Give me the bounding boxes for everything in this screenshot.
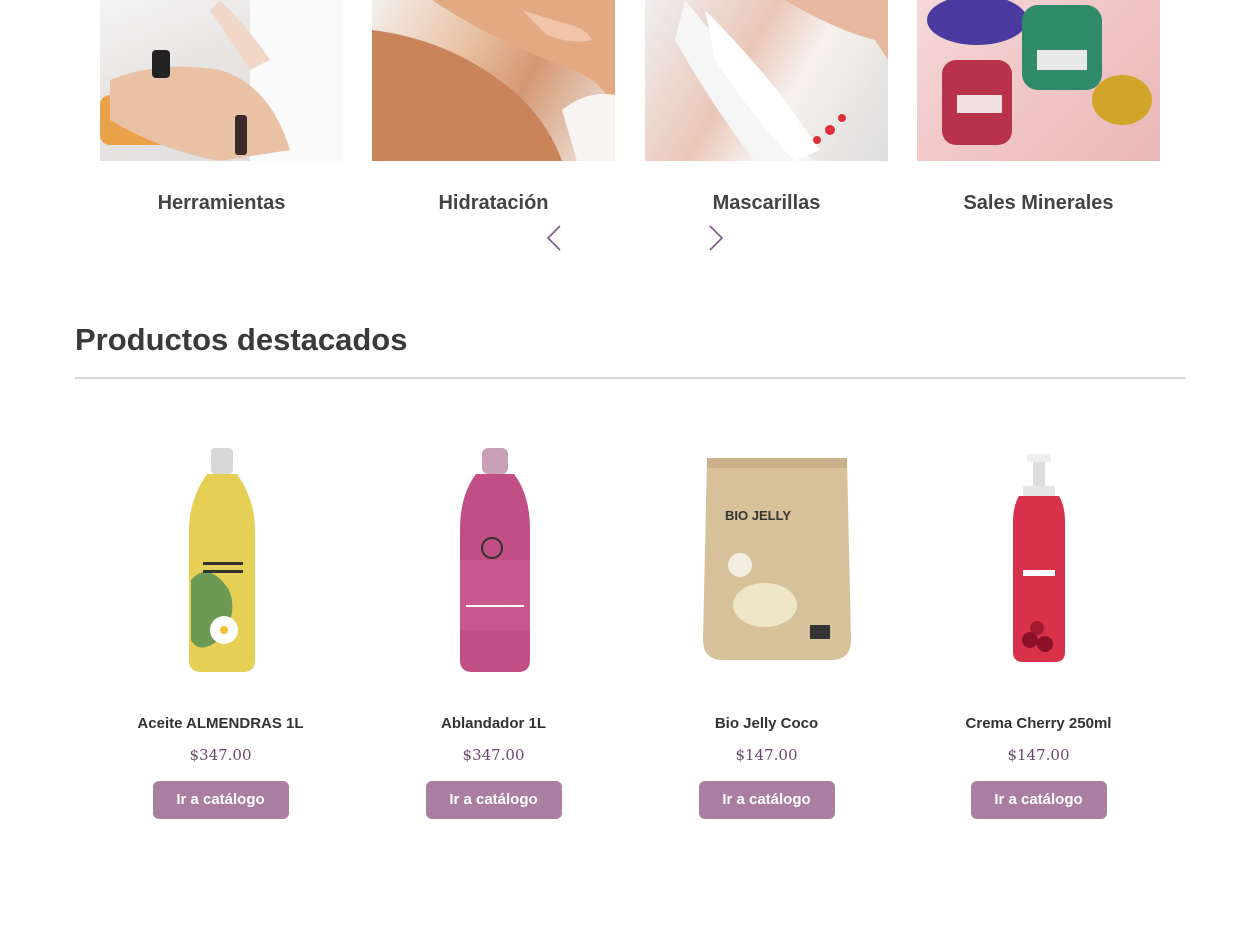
product-image[interactable] <box>917 440 1160 680</box>
product-name[interactable]: Crema Cherry 250ml <box>917 715 1160 732</box>
category-card-mascarillas[interactable]: Mascarillas <box>645 0 888 215</box>
product-card: Ablandador 1L $347.00 Ir a catálogo <box>372 440 615 819</box>
product-card: Aceite ALMENDRAS 1L $347.00 Ir a catálog… <box>99 440 342 819</box>
product-price: $147.00 <box>1007 746 1070 764</box>
go-to-catalog-button[interactable]: Ir a catálogo <box>698 781 835 819</box>
category-label[interactable]: Hidratación <box>372 192 615 215</box>
product-image[interactable]: BIO JELLY <box>645 440 888 680</box>
product-card: Crema Cherry 250ml $147.00 Ir a catálogo <box>917 440 1160 819</box>
go-to-catalog-button[interactable]: Ir a catálogo <box>970 781 1107 819</box>
product-name[interactable]: Aceite ALMENDRAS 1L <box>99 715 342 732</box>
product-price: $347.00 <box>462 746 525 764</box>
product-name[interactable]: Ablandador 1L <box>372 715 615 732</box>
carousel-prev-button[interactable] <box>544 224 564 252</box>
go-to-catalog-button[interactable]: Ir a catálogo <box>425 781 562 819</box>
svg-text:BIO JELLY: BIO JELLY <box>725 508 791 523</box>
product-card: BIO JELLY Bio Jelly Coco $147.00 Ir a ca… <box>645 440 888 819</box>
product-name[interactable]: Bio Jelly Coco <box>645 715 888 732</box>
product-price: $347.00 <box>189 746 252 764</box>
chevron-left-icon <box>546 225 561 251</box>
category-image-mascarillas[interactable] <box>645 0 888 161</box>
chevron-right-icon <box>709 225 724 251</box>
category-label[interactable]: Sales Minerales <box>917 192 1160 215</box>
product-image[interactable] <box>99 440 342 680</box>
section-title: Productos destacados <box>75 322 408 357</box>
category-card-herramientas[interactable]: Herramientas <box>100 0 343 215</box>
category-image-hidratacion[interactable] <box>372 0 615 161</box>
carousel-next-button[interactable] <box>706 224 726 252</box>
category-carousel: Herramientas Hidratación Mascarillas Sal… <box>100 0 1160 230</box>
category-image-sales-minerales[interactable] <box>917 0 1160 161</box>
category-image-herramientas[interactable] <box>100 0 343 161</box>
section-divider <box>75 377 1185 379</box>
category-label[interactable]: Mascarillas <box>645 192 888 215</box>
category-label[interactable]: Herramientas <box>100 192 343 215</box>
go-to-catalog-button[interactable]: Ir a catálogo <box>152 781 289 819</box>
product-price: $147.00 <box>735 746 798 764</box>
product-image[interactable] <box>372 440 615 680</box>
category-card-sales-minerales[interactable]: Sales Minerales <box>917 0 1160 215</box>
category-card-hidratacion[interactable]: Hidratación <box>372 0 615 215</box>
